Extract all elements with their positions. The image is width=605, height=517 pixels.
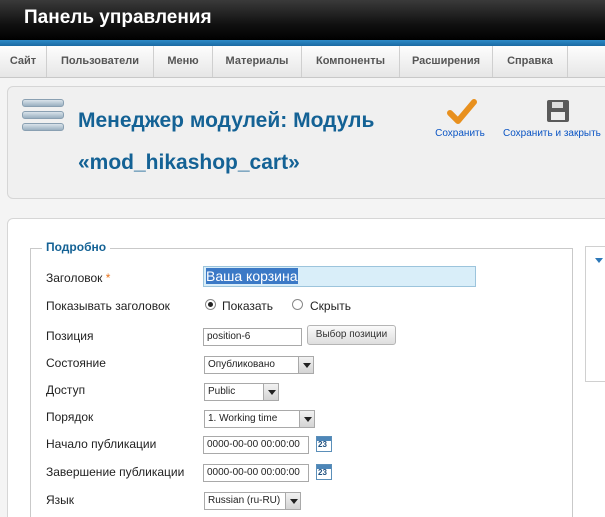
menu-item-menus[interactable]: Меню [154, 46, 213, 77]
status-select-value: Опубликовано [208, 359, 275, 370]
show-title-label: Показывать заголовок [46, 299, 170, 313]
chevron-down-icon [263, 384, 278, 400]
select-position-button[interactable]: Выбор позиции [307, 325, 396, 345]
save-and-close-button[interactable]: Сохранить и закрыть [503, 128, 605, 139]
title-label-text: Заголовок [46, 271, 103, 285]
floppy-disk-icon[interactable] [547, 100, 569, 122]
calendar-icon[interactable]: 23 [316, 464, 332, 480]
access-select[interactable]: Public [204, 383, 279, 401]
main-menu: Сайт Пользователи Меню Материалы Компоне… [0, 46, 605, 78]
language-select[interactable]: Russian (ru-RU) [204, 492, 301, 510]
ordering-select-value: 1. Working time [208, 413, 278, 424]
chevron-down-icon [285, 493, 300, 509]
expand-arrow-icon[interactable] [595, 258, 603, 263]
calendar-icon-day: 23 [318, 440, 327, 449]
access-select-value: Public [208, 386, 236, 397]
position-label: Позиция [46, 329, 94, 343]
module-manager-icon [22, 97, 64, 137]
side-options-panel [585, 246, 605, 382]
menu-item-help[interactable]: Справка [493, 46, 568, 77]
save-button[interactable]: Сохранить [425, 128, 495, 139]
status-label: Состояние [46, 356, 106, 370]
page-title: Менеджер модулей: Модуль «mod_hikashop_c… [78, 109, 375, 174]
language-select-value: Russian (ru-RU) [208, 495, 281, 506]
admin-header: Панель управления [0, 0, 605, 40]
menu-item-components[interactable]: Компоненты [302, 46, 400, 77]
show-title-option-hide[interactable]: Скрыть [310, 299, 351, 313]
check-icon[interactable] [447, 98, 477, 126]
chevron-down-icon [299, 411, 314, 427]
calendar-icon[interactable]: 23 [316, 436, 332, 452]
publish-up-label: Начало публикации [46, 437, 157, 451]
header-title: Панель управления [24, 7, 212, 28]
menu-item-users[interactable]: Пользователи [47, 46, 154, 77]
publish-down-label: Завершение публикации [46, 465, 185, 479]
show-title-radio-show[interactable] [205, 299, 216, 310]
language-label: Язык [46, 493, 75, 507]
show-title-radio-hide[interactable] [292, 299, 303, 310]
fieldset-legend: Подробно [42, 240, 111, 254]
publish-up-input[interactable]: 0000-00-00 00:00:00 [203, 436, 309, 454]
show-title-option-show[interactable]: Показать [222, 299, 273, 313]
menu-item-content[interactable]: Материалы [213, 46, 302, 77]
status-select[interactable]: Опубликовано [204, 356, 314, 374]
ordering-label: Порядок [46, 410, 94, 424]
calendar-icon-day: 23 [318, 468, 327, 477]
access-label: Доступ [46, 383, 86, 397]
ordering-select[interactable]: 1. Working time [204, 410, 315, 428]
menu-item-site[interactable]: Сайт [0, 46, 47, 77]
required-mark: * [105, 271, 111, 285]
chevron-down-icon [298, 357, 313, 373]
title-label: Заголовок * [46, 271, 110, 285]
title-field-value: Ваша корзина [206, 268, 298, 284]
position-input[interactable]: position-6 [203, 328, 302, 346]
title-field[interactable]: Ваша корзина [203, 266, 476, 287]
menu-item-extensions[interactable]: Расширения [400, 46, 493, 77]
publish-down-input[interactable]: 0000-00-00 00:00:00 [203, 464, 309, 482]
